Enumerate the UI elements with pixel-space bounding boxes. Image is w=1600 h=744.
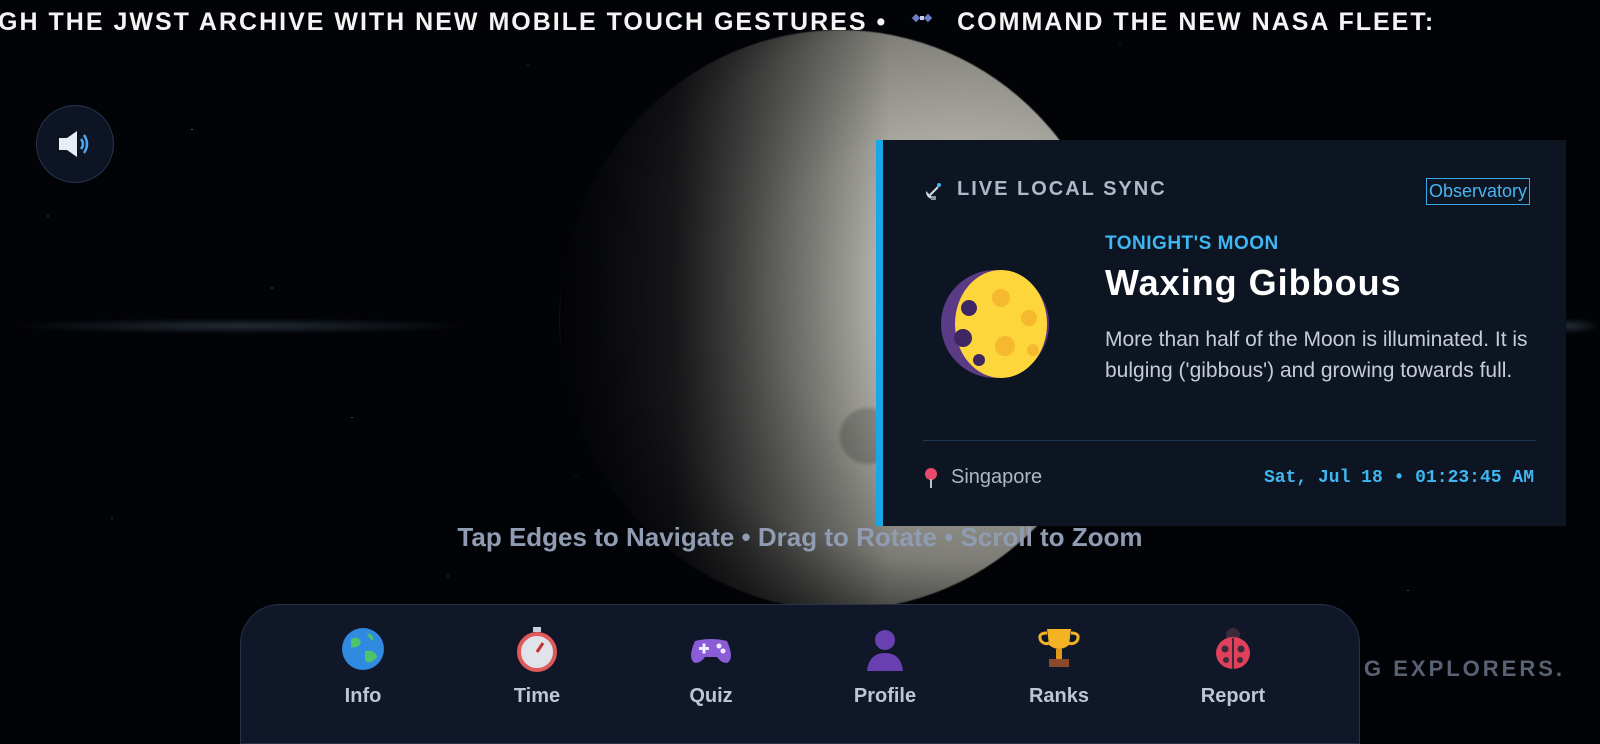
nav-label-report: Report — [1200, 685, 1266, 707]
nav-item-ranks[interactable]: Ranks — [999, 625, 1119, 708]
milky-way-band — [0, 318, 480, 334]
live-sync-card: LIVE LOCAL SYNC Observatory TONIGHT'S MO… — [876, 140, 1566, 526]
ladybug-icon — [1216, 628, 1250, 669]
local-datetime: Sat, Jul 18 • 01:23:45 AM — [1263, 468, 1534, 488]
nav-label-ranks: Ranks — [1028, 685, 1090, 707]
moon-phase-description: More than half of the Moon is illuminate… — [1105, 328, 1528, 382]
satellite-dish-icon — [926, 182, 941, 200]
nav-item-time[interactable]: Time — [477, 625, 597, 708]
nav-label-time: Time — [513, 685, 561, 707]
globe-icon — [342, 628, 384, 670]
bottom-nav: Info Time Quiz Profile Ranks Report — [240, 604, 1360, 744]
nav-item-report[interactable]: Report — [1173, 625, 1293, 708]
observatory-button[interactable]: Observatory — [1425, 178, 1530, 205]
card-divider — [923, 440, 1536, 441]
sync-title: LIVE LOCAL SYNC — [957, 178, 1167, 200]
stopwatch-icon — [517, 627, 557, 672]
location-label: Singapore — [951, 466, 1043, 488]
sound-toggle-button[interactable] — [36, 105, 114, 183]
explorers-text: G EXPLORERS. — [1364, 656, 1566, 681]
ticker-segment-2: COMMAND THE NEW NASA FLEET: — [957, 8, 1436, 36]
nav-item-quiz[interactable]: Quiz — [651, 625, 771, 708]
nav-label-quiz: Quiz — [689, 685, 733, 707]
ticker-segment-1: UGH THE JWST ARCHIVE WITH NEW MOBILE TOU… — [0, 8, 888, 36]
waxing-gibbous-moon-icon — [941, 270, 1049, 378]
nav-label-profile: Profile — [853, 685, 917, 707]
trophy-icon — [1038, 629, 1080, 667]
nav-item-info[interactable]: Info — [303, 625, 423, 708]
nav-item-profile[interactable]: Profile — [825, 625, 945, 708]
location-row: Singapore — [923, 466, 1042, 489]
person-icon — [867, 630, 903, 671]
gamepad-icon — [691, 639, 731, 663]
sync-header: LIVE LOCAL SYNC — [923, 178, 1167, 201]
pin-icon — [925, 467, 937, 488]
navigation-hint: Tap Edges to Navigate • Drag to Rotate •… — [457, 522, 1143, 552]
nav-label-info: Info — [344, 685, 382, 707]
speaker-icon — [59, 131, 89, 157]
satellite-icon — [910, 6, 934, 36]
news-ticker: UGH THE JWST ARCHIVE WITH NEW MOBILE TOU… — [0, 4, 1600, 40]
tonight-moon-label: TONIGHT'S MOON — [1105, 233, 1279, 254]
moon-phase-title: Waxing Gibbous — [1105, 262, 1402, 303]
